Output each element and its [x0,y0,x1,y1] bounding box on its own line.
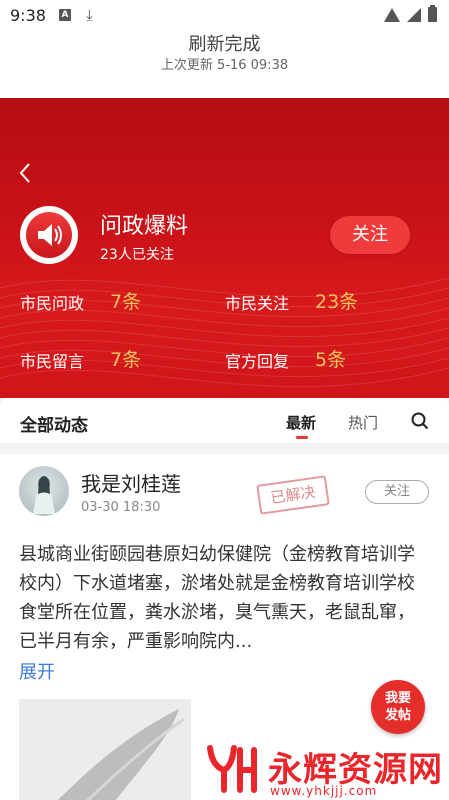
search-icon[interactable] [411,412,429,430]
feed-header: 全部动态 最新 热门 [0,398,449,444]
stat-label-official-replies: 官方回复 [225,352,290,371]
follow-channel-button[interactable]: 关注 [330,216,410,254]
new-post-button[interactable]: 我要 发帖 [371,680,425,734]
watermark-logo-icon [207,745,257,793]
tab-hot[interactable]: 热门 [348,412,378,433]
stat-value-inquiries: 7条 [110,291,142,313]
stat-value-attention: 23条 [315,291,359,313]
new-post-label-line1: 我要 [384,691,411,706]
signal-icon [407,7,421,22]
expand-link[interactable]: 展开 [19,658,55,684]
active-tab-indicator [296,436,308,439]
stat-value-messages: 7条 [110,349,142,371]
download-icon: ⤓ [86,6,93,24]
resolved-stamp: 已解决 [256,475,330,515]
feed-title: 全部动态 [20,416,88,436]
stat-label-inquiries: 市民问政 [20,294,85,313]
post-author[interactable]: 我是刘桂莲 [81,468,181,497]
status-indicators [384,5,437,22]
wifi-icon [384,7,400,22]
post-time: 03-30 18:30 [81,500,161,515]
stat-label-messages: 市民留言 [20,352,85,371]
watermark: 永辉资源网 www.yhkjjj.com [198,738,449,800]
status-bar: 9:38 A ⤓ [0,0,449,30]
refresh-title: 刷新完成 [188,34,261,55]
follow-author-button[interactable]: 关注 [365,480,429,504]
avatar[interactable] [19,466,69,516]
speaker-icon [26,212,72,258]
channel-title: 问政爆料 [100,214,189,239]
channel-followers: 23人已关注 [100,247,174,263]
tab-latest[interactable]: 最新 [286,412,316,433]
back-button[interactable] [18,162,40,188]
post-body: 县城商业街颐园巷原妇幼保健院（金榜教育培训学校内）下水道堵塞，淤堵处就是金榜教育… [19,544,415,652]
feed-divider [0,444,449,454]
page: 9:38 A ⤓ 刷新完成 上次更新 5-16 09:38 问政爆料 23人已关… [0,0,449,800]
channel-logo [20,206,78,264]
status-time: 9:38 [10,6,46,25]
post-image[interactable] [19,699,191,800]
watermark-url: www.yhkjjj.com [270,784,378,798]
new-post-label-line2: 发帖 [384,708,411,723]
stat-label-attention: 市民关注 [225,294,290,313]
chevron-left-icon [19,163,30,183]
refresh-header: 刷新完成 上次更新 5-16 09:38 [0,30,449,98]
channel-banner: 问政爆料 23人已关注 关注 市民问政 7条 市民关注 23条 市民留言 7条 … [0,98,449,398]
a-icon: A [59,9,71,21]
refresh-subtitle: 上次更新 5-16 09:38 [160,58,289,73]
stat-value-official-replies: 5条 [315,349,347,371]
battery-icon [428,5,437,22]
